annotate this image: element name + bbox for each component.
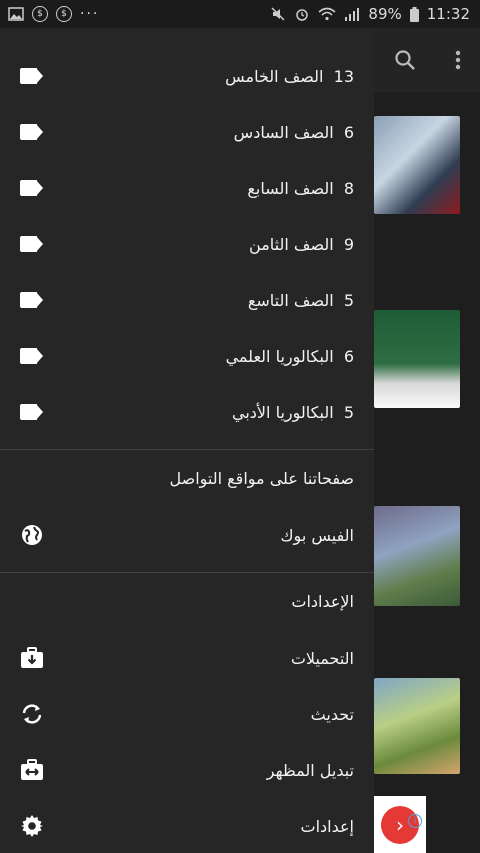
item-label: البكالوريا الأدبي — [232, 402, 334, 422]
theme-switch-icon — [21, 759, 43, 780]
drawer-item-update[interactable]: تحديث — [0, 686, 374, 742]
mute-icon — [271, 7, 285, 21]
signal-icon — [345, 8, 360, 21]
drawer-item-preferences[interactable]: إعدادات — [0, 798, 374, 853]
label-icon — [20, 236, 44, 252]
item-label: الصف التاسع — [247, 290, 334, 310]
gallery-icon — [8, 7, 24, 21]
item-count: 6 — [343, 122, 354, 142]
app-toolbar — [374, 28, 480, 92]
drawer-item-theme[interactable]: تبديل المظهر — [0, 742, 374, 798]
label-icon — [20, 348, 44, 364]
item-label: الصف الخامس — [225, 66, 324, 86]
drawer-item-facebook[interactable]: الفيس بوك — [0, 507, 374, 563]
drawer-divider-2 — [0, 572, 374, 573]
ad-banner[interactable]: › i — [374, 796, 426, 853]
drawer-item-grade-9[interactable]: 5 الصف التاسع — [0, 272, 374, 328]
label-icon — [20, 404, 44, 420]
battery-icon — [409, 6, 419, 22]
settings-section-title: الإعدادات — [291, 592, 354, 611]
drawer-item-grade-8[interactable]: 9 الصف الثامن — [0, 216, 374, 272]
label-icon — [20, 124, 44, 140]
item-label: الصف السادس — [233, 122, 334, 142]
gear-icon — [21, 815, 43, 837]
status-bar: $ $ ··· 89% 11:32 — [0, 0, 480, 28]
drawer-item-grade-7[interactable]: 8 الصف السابع — [0, 160, 374, 216]
social-section-title: صفحاتنا على مواقع التواصل — [169, 469, 354, 488]
label-icon — [20, 180, 44, 196]
drawer-item-grade-6[interactable]: 6 الصف السادس — [0, 104, 374, 160]
downloads-label: التحميلات — [290, 648, 354, 668]
item-count: 6 — [343, 346, 354, 366]
overflow-menu-icon[interactable] — [455, 50, 461, 70]
label-icon — [20, 68, 44, 84]
item-count: 5 — [343, 402, 354, 422]
drawer-item-bac-science[interactable]: 6 البكالوريا العلمي — [0, 328, 374, 384]
drawer-item-bac-literary[interactable]: 5 البكالوريا الأدبي — [0, 384, 374, 440]
ad-info-icon[interactable]: i — [408, 814, 422, 828]
search-icon[interactable] — [394, 49, 416, 71]
globe-icon — [22, 525, 42, 545]
navigation-drawer: 13 الصف الخامس 6 الصف السادس 8 الصف السا… — [0, 28, 374, 853]
drawer-item-grade-5[interactable]: 13 الصف الخامس — [0, 48, 374, 104]
battery-percent: 89% — [368, 5, 402, 23]
preferences-label: إعدادات — [300, 816, 354, 836]
item-label: الصف الثامن — [249, 234, 334, 254]
download-briefcase-icon — [21, 647, 43, 668]
exam-card-image[interactable] — [374, 310, 460, 408]
final-exam-card-image[interactable] — [374, 116, 460, 214]
drawer-divider — [0, 449, 374, 450]
item-count: 9 — [343, 234, 354, 254]
theme-label: تبديل المظهر — [266, 760, 354, 780]
item-count: 8 — [343, 178, 354, 198]
money-notification-icon: $ — [32, 6, 48, 22]
item-count: 13 — [333, 66, 354, 86]
clock: 11:32 — [426, 5, 470, 23]
money-notification-icon-2: $ — [56, 6, 72, 22]
update-label: تحديث — [310, 704, 354, 724]
more-notifications-icon: ··· — [80, 6, 100, 22]
drawer-item-downloads[interactable]: التحميلات — [0, 630, 374, 686]
item-count: 5 — [343, 290, 354, 310]
alarm-icon — [296, 9, 309, 21]
label-icon — [20, 292, 44, 308]
item-label: الصف السابع — [247, 178, 334, 198]
item-label: البكالوريا العلمي — [225, 346, 334, 366]
wifi-icon — [318, 7, 336, 21]
book-card-image-2[interactable] — [374, 678, 460, 774]
book-card-image[interactable] — [374, 506, 460, 606]
facebook-label: الفيس بوك — [280, 525, 354, 545]
sync-icon — [22, 704, 42, 724]
